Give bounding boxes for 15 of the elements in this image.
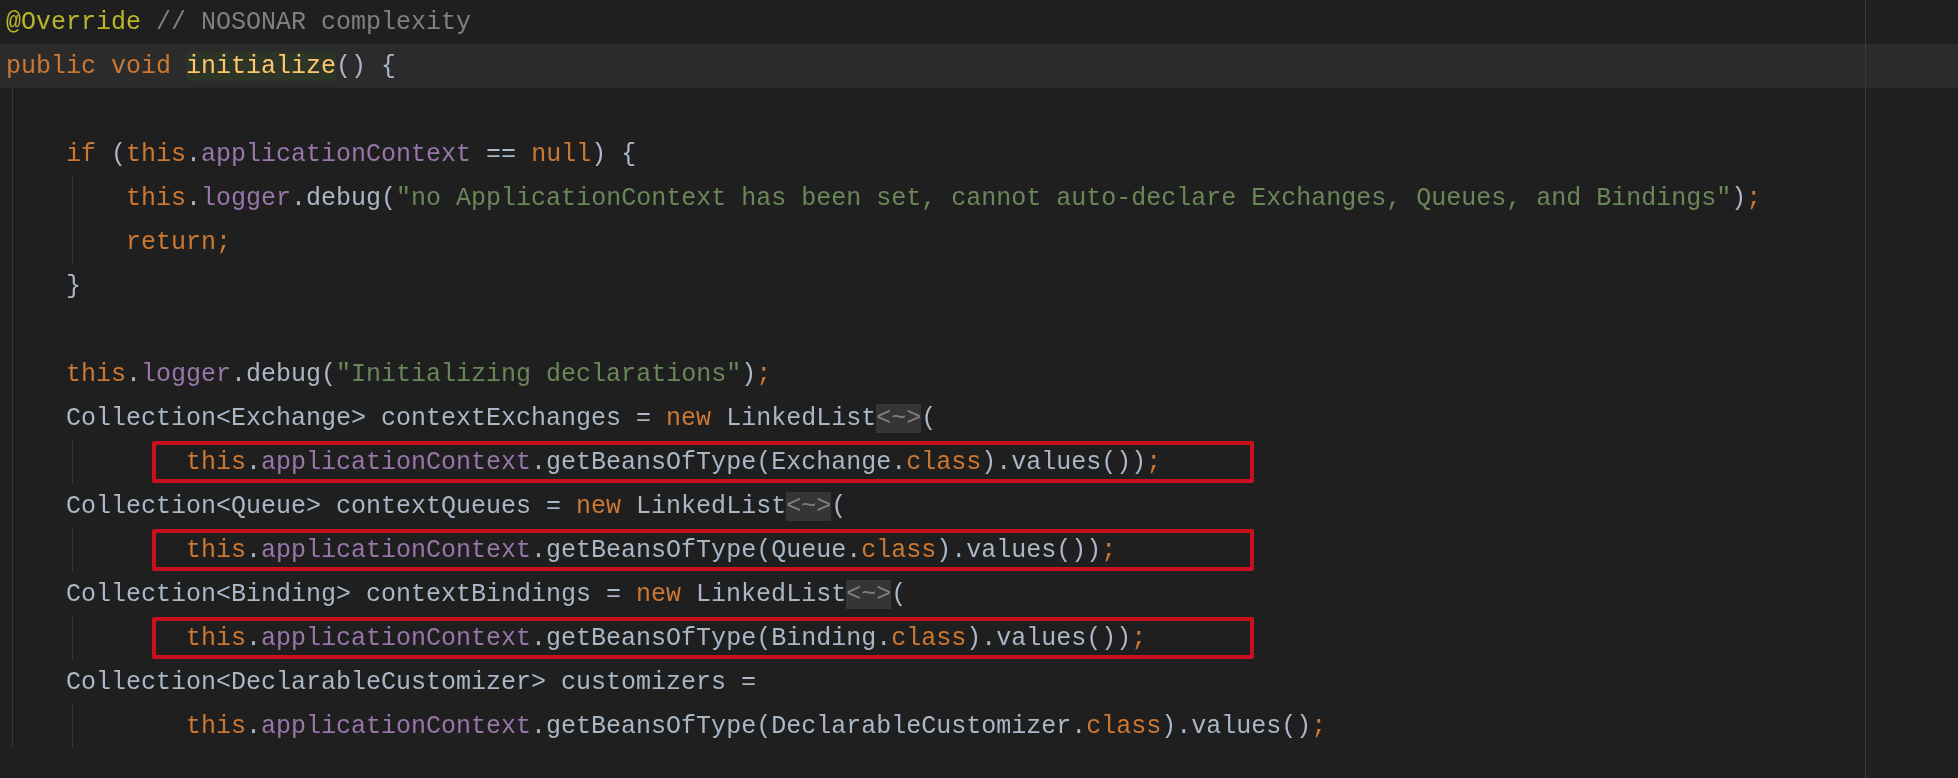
code-line: this.logger.debug("Initializing declarations"); — [66, 359, 772, 389]
code-line: this.applicationContext.getBeansOfType(Queue.class).values()); — [186, 535, 1117, 565]
code-line: Collection<Binding> contextBindings = new LinkedList<~>( — [66, 579, 907, 609]
code-line: public void initialize() { — [6, 51, 397, 81]
code-line: this.applicationContext.getBeansOfType(DeclarableCustomizer.class).values(); — [186, 711, 1327, 741]
code-line: this.applicationContext.getBeansOfType(Binding.class).values()); — [186, 623, 1147, 653]
code-line: Collection<Queue> contextQueues = new LinkedList<~>( — [66, 491, 847, 521]
code-line: @Override // NOSONAR complexity — [6, 7, 472, 37]
code-line: if (this.applicationContext == null) { — [66, 139, 637, 169]
code-line: this.applicationContext.getBeansOfType(Exchange.class).values()); — [186, 447, 1162, 477]
code-line: Collection<Exchange> contextExchanges = new LinkedList<~>( — [66, 403, 937, 433]
code-line: } — [66, 271, 81, 301]
code-line: return; — [126, 227, 232, 257]
code-line: Collection<DeclarableCustomizer> customizers = — [66, 667, 757, 697]
code-line: this.logger.debug("no ApplicationContext has been set, cannot auto-declare Exchanges, Queues, and Bindings"); — [126, 183, 1762, 213]
